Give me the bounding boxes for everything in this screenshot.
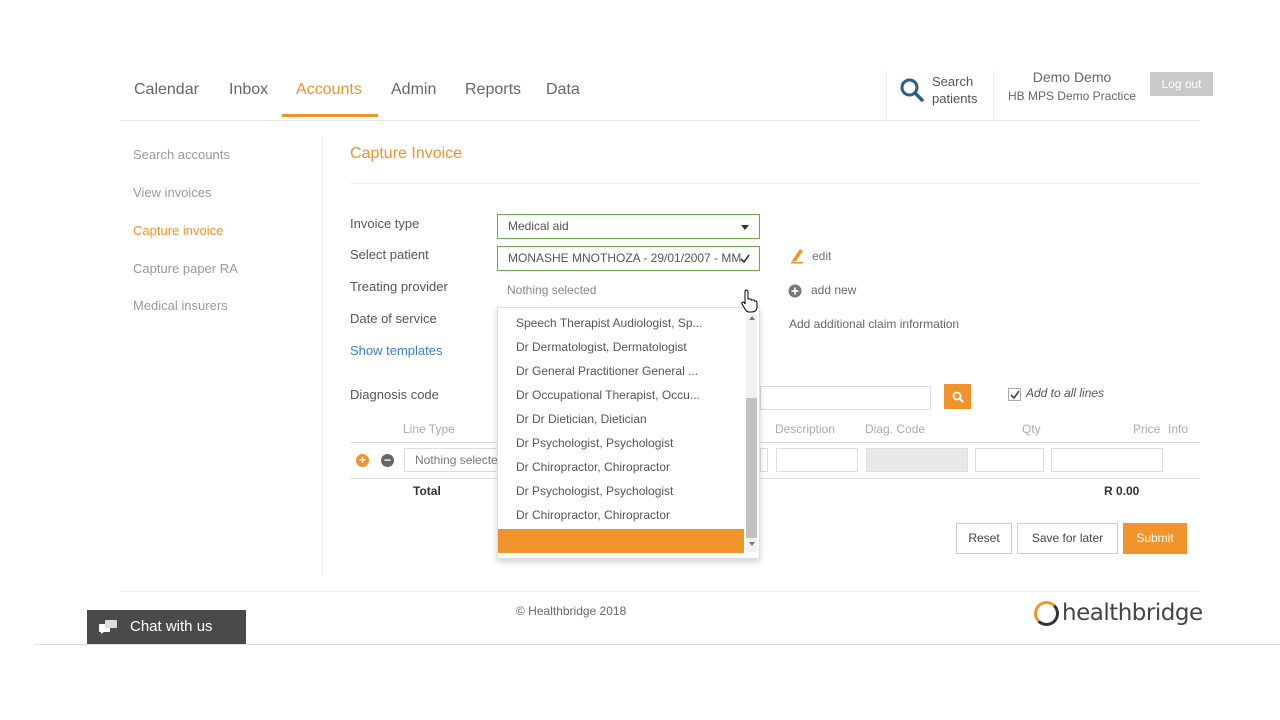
plus-circle-icon: [788, 284, 802, 298]
invoice-type-value: Medical aid: [508, 219, 569, 233]
add-claim-info-link[interactable]: Add additional claim information: [789, 317, 959, 331]
user-name: Demo Demo: [1032, 69, 1112, 85]
search-label-line1: Search: [932, 74, 974, 89]
add-new-provider-link[interactable]: add new: [811, 283, 856, 297]
title-divider: [350, 183, 1200, 184]
dropdown-option[interactable]: Dr Psychologist, Psychologist: [516, 436, 726, 450]
footer-divider: [120, 591, 1200, 592]
total-label: Total: [413, 484, 441, 498]
save-for-later-button[interactable]: Save for later: [1017, 523, 1118, 554]
table-row-divider: [350, 478, 1200, 479]
search-icon: [900, 78, 924, 102]
sidebar-item-view-invoices[interactable]: View invoices: [133, 185, 212, 200]
scroll-down-icon[interactable]: [749, 542, 755, 546]
page-title: Capture Invoice: [350, 145, 463, 162]
dropdown-option[interactable]: Dr Dermatologist, Dermatologist: [516, 340, 726, 354]
dropdown-option[interactable]: Dr General Practitioner General ...: [516, 364, 726, 378]
add-line-icon[interactable]: +: [356, 454, 369, 467]
chat-bubbles-icon: [99, 620, 117, 634]
dropdown-option[interactable]: Dr Chiropractor, Chiropractor: [516, 460, 726, 474]
line-type-select[interactable]: Nothing selected: [404, 448, 504, 472]
column-header-price: Price: [1133, 422, 1161, 436]
healthbridge-logo-icon: [1034, 601, 1059, 626]
edit-patient-link[interactable]: edit: [812, 249, 831, 263]
search-label-line2: patients: [932, 91, 978, 106]
scroll-up-icon[interactable]: [749, 316, 755, 320]
remove-line-icon[interactable]: −: [381, 454, 394, 467]
chat-label: Chat with us: [130, 618, 213, 635]
select-patient-label: Select patient: [350, 247, 429, 262]
header-divider: [120, 120, 1200, 121]
nav-inbox[interactable]: Inbox: [229, 81, 268, 99]
logout-button[interactable]: Log out: [1150, 72, 1213, 96]
diagnosis-search-button[interactable]: [944, 384, 971, 409]
nav-reports[interactable]: Reports: [465, 81, 521, 99]
nav-active-indicator: [282, 114, 378, 117]
search-patients-label: Search patients: [932, 73, 978, 107]
description-input[interactable]: [776, 448, 858, 472]
treating-provider-select[interactable]: Nothing selected: [497, 279, 760, 301]
column-header-description: Description: [775, 422, 836, 436]
select-patient-select[interactable]: MONASHE MNOTHOZA - 29/01/2007 - MM: [497, 246, 760, 271]
column-header-diag-code: Diag. Code: [865, 422, 926, 436]
dropdown-option[interactable]: Dr Psychologist, Psychologist: [516, 484, 726, 498]
pencil-icon: [791, 249, 803, 264]
sidebar-divider: [322, 136, 323, 576]
caret-down-icon: [741, 225, 749, 230]
code-input[interactable]: [760, 448, 768, 472]
copyright-text: © Healthbridge 2018: [516, 604, 627, 618]
column-header-qty: Qty: [1022, 422, 1041, 436]
check-icon: [740, 254, 750, 264]
sidebar-item-capture-paper-ra[interactable]: Capture paper RA: [133, 261, 238, 276]
select-patient-value: MONASHE MNOTHOZA - 29/01/2007 - MM: [508, 251, 742, 265]
hand-cursor-icon: [741, 289, 758, 313]
brand-logo-text: healthbridge: [1062, 600, 1203, 626]
invoice-type-select[interactable]: Medical aid: [497, 214, 760, 239]
table-header-divider: [350, 442, 1200, 443]
bottom-divider: [34, 644, 1280, 645]
reset-button[interactable]: Reset: [956, 523, 1012, 554]
column-header-info: Info: [1168, 422, 1189, 436]
sidebar-item-medical-insurers[interactable]: Medical insurers: [133, 298, 228, 313]
column-header-line-type: Line Type: [403, 422, 455, 436]
treating-provider-label: Treating provider: [350, 279, 448, 294]
nav-calendar[interactable]: Calendar: [134, 81, 199, 99]
add-to-all-lines-checkbox[interactable]: [1008, 388, 1021, 401]
price-input[interactable]: [1051, 448, 1163, 472]
dropdown-option[interactable]: Dr Chiropractor, Chiropractor: [516, 508, 726, 522]
show-templates-link[interactable]: Show templates: [350, 343, 443, 358]
nav-data[interactable]: Data: [546, 81, 580, 99]
diagnosis-code-label: Diagnosis code: [350, 387, 439, 402]
practice-name: HB MPS Demo Practice: [1007, 89, 1137, 103]
treating-provider-dropdown: Speech Therapist Audiologist, Sp... Dr D…: [497, 307, 760, 559]
nav-admin[interactable]: Admin: [391, 81, 436, 99]
sidebar-item-capture-invoice[interactable]: Capture invoice: [133, 223, 223, 238]
diagnosis-code-input[interactable]: [760, 386, 931, 410]
dropdown-option[interactable]: Speech Therapist Audiologist, Sp...: [516, 316, 726, 330]
total-value: R 0.00: [1104, 484, 1140, 498]
submit-button[interactable]: Submit: [1123, 523, 1187, 554]
dropdown-option-highlighted[interactable]: [498, 529, 744, 553]
dropdown-option[interactable]: Dr Occupational Therapist, Occu...: [516, 388, 726, 402]
search-icon: [952, 391, 964, 403]
dropdown-scroll-thumb[interactable]: [746, 398, 757, 538]
check-icon: [1010, 390, 1020, 400]
add-to-all-lines-label: Add to all lines: [1026, 386, 1105, 400]
diag-code-input: [866, 448, 968, 472]
date-of-service-label: Date of service: [350, 311, 437, 326]
sidebar-item-search-accounts[interactable]: Search accounts: [133, 147, 230, 162]
dropdown-option[interactable]: Dr Dr Dietician, Dietician: [516, 412, 726, 426]
invoice-type-label: Invoice type: [350, 216, 420, 231]
qty-input[interactable]: [975, 448, 1044, 472]
nav-accounts[interactable]: Accounts: [296, 81, 362, 99]
